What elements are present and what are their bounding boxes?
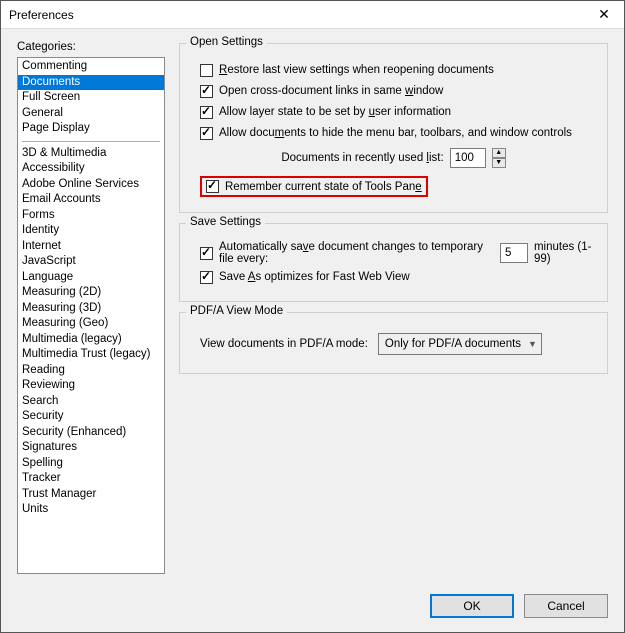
pdfa-row: View documents in PDF/A mode: Only for P…: [190, 333, 597, 355]
categories-list[interactable]: CommentingDocumentsFull ScreenGeneralPag…: [17, 57, 165, 574]
category-item[interactable]: Multimedia Trust (legacy): [18, 347, 164, 363]
group-title-save: Save Settings: [186, 216, 265, 228]
category-item[interactable]: Trust Manager: [18, 487, 164, 503]
categories-label: Categories:: [17, 41, 165, 53]
group-title-open: Open Settings: [186, 36, 267, 48]
fastweb-row[interactable]: Save As optimizes for Fast Web View: [190, 268, 597, 286]
allow-hide-label: Allow documents to hide the menu bar, to…: [219, 127, 572, 139]
category-item[interactable]: Tracker: [18, 471, 164, 487]
dialog-footer: OK Cancel: [1, 584, 624, 632]
recent-list-input[interactable]: [450, 148, 486, 168]
group-title-pdfa: PDF/A View Mode: [186, 305, 287, 317]
categories-column: Categories: CommentingDocumentsFull Scre…: [17, 41, 165, 574]
titlebar: Preferences ✕: [1, 1, 624, 29]
autosave-input[interactable]: [500, 243, 528, 263]
restore-row[interactable]: Restore last view settings when reopenin…: [190, 61, 597, 79]
layer-checkbox[interactable]: [200, 106, 213, 119]
layer-row[interactable]: Allow layer state to be set by user info…: [190, 103, 597, 121]
pdfa-select[interactable]: Only for PDF/A documents ▼: [378, 333, 542, 355]
category-item[interactable]: Units: [18, 502, 164, 518]
layer-label: Allow layer state to be set by user info…: [219, 106, 451, 118]
cross-doc-label: Open cross-document links in same window: [219, 85, 443, 97]
ok-button[interactable]: OK: [430, 594, 514, 618]
dialog-title: Preferences: [9, 8, 74, 22]
category-item[interactable]: Documents: [18, 75, 164, 91]
save-settings-group: Save Settings Automatically save documen…: [179, 223, 608, 302]
category-item[interactable]: Full Screen: [18, 90, 164, 106]
category-divider: [22, 141, 160, 142]
remember-label: Remember current state of Tools Pane: [225, 181, 422, 193]
close-icon: ✕: [598, 6, 610, 23]
remember-highlight[interactable]: Remember current state of Tools Pane: [200, 176, 428, 197]
cancel-button[interactable]: Cancel: [524, 594, 608, 618]
restore-label: Restore last view settings when reopenin…: [219, 64, 494, 76]
recent-spinner: ▲ ▼: [492, 148, 506, 168]
category-item[interactable]: Signatures: [18, 440, 164, 456]
fastweb-label: Save As optimizes for Fast Web View: [219, 271, 410, 283]
category-item[interactable]: Measuring (2D): [18, 285, 164, 301]
cross-doc-checkbox[interactable]: [200, 85, 213, 98]
preferences-dialog: Preferences ✕ Categories: CommentingDocu…: [0, 0, 625, 633]
category-item[interactable]: Internet: [18, 239, 164, 255]
pdfa-group: PDF/A View Mode View documents in PDF/A …: [179, 312, 608, 374]
category-item[interactable]: General: [18, 106, 164, 122]
recent-list-row: Documents in recently used list: ▲ ▼: [190, 148, 597, 168]
cross-doc-row[interactable]: Open cross-document links in same window: [190, 82, 597, 100]
category-item[interactable]: 3D & Multimedia: [18, 146, 164, 162]
pdfa-label: View documents in PDF/A mode:: [200, 338, 368, 350]
category-item[interactable]: Security (Enhanced): [18, 425, 164, 441]
remember-row: Remember current state of Tools Pane: [190, 176, 597, 197]
autosave-unit: minutes (1-99): [534, 241, 597, 265]
close-button[interactable]: ✕: [584, 1, 624, 29]
category-item[interactable]: Search: [18, 394, 164, 410]
remember-checkbox[interactable]: [206, 180, 219, 193]
category-item[interactable]: Identity: [18, 223, 164, 239]
category-item[interactable]: Commenting: [18, 59, 164, 75]
allow-hide-checkbox[interactable]: [200, 127, 213, 140]
category-item[interactable]: Security: [18, 409, 164, 425]
allow-hide-row[interactable]: Allow documents to hide the menu bar, to…: [190, 124, 597, 142]
pdfa-value: Only for PDF/A documents: [385, 338, 521, 350]
category-item[interactable]: Adobe Online Services: [18, 177, 164, 193]
category-item[interactable]: Accessibility: [18, 161, 164, 177]
category-item[interactable]: JavaScript: [18, 254, 164, 270]
spinner-down-icon[interactable]: ▼: [492, 158, 506, 168]
spinner-up-icon[interactable]: ▲: [492, 148, 506, 158]
autosave-label: Automatically save document changes to t…: [219, 241, 488, 265]
recent-list-label: Documents in recently used list:: [281, 152, 443, 164]
category-item[interactable]: Reading: [18, 363, 164, 379]
restore-checkbox[interactable]: [200, 64, 213, 77]
category-item[interactable]: Spelling: [18, 456, 164, 472]
category-item[interactable]: Measuring (Geo): [18, 316, 164, 332]
chevron-down-icon: ▼: [528, 339, 537, 349]
category-item[interactable]: Email Accounts: [18, 192, 164, 208]
category-item[interactable]: Language: [18, 270, 164, 286]
category-item[interactable]: Reviewing: [18, 378, 164, 394]
category-item[interactable]: Page Display: [18, 121, 164, 137]
dialog-body: Categories: CommentingDocumentsFull Scre…: [1, 29, 624, 584]
category-item[interactable]: Forms: [18, 208, 164, 224]
settings-column: Open Settings Restore last view settings…: [179, 41, 608, 574]
fastweb-checkbox[interactable]: [200, 271, 213, 284]
category-item[interactable]: Multimedia (legacy): [18, 332, 164, 348]
category-item[interactable]: Measuring (3D): [18, 301, 164, 317]
open-settings-group: Open Settings Restore last view settings…: [179, 43, 608, 213]
autosave-row[interactable]: Automatically save document changes to t…: [190, 241, 597, 265]
autosave-checkbox[interactable]: [200, 247, 213, 260]
